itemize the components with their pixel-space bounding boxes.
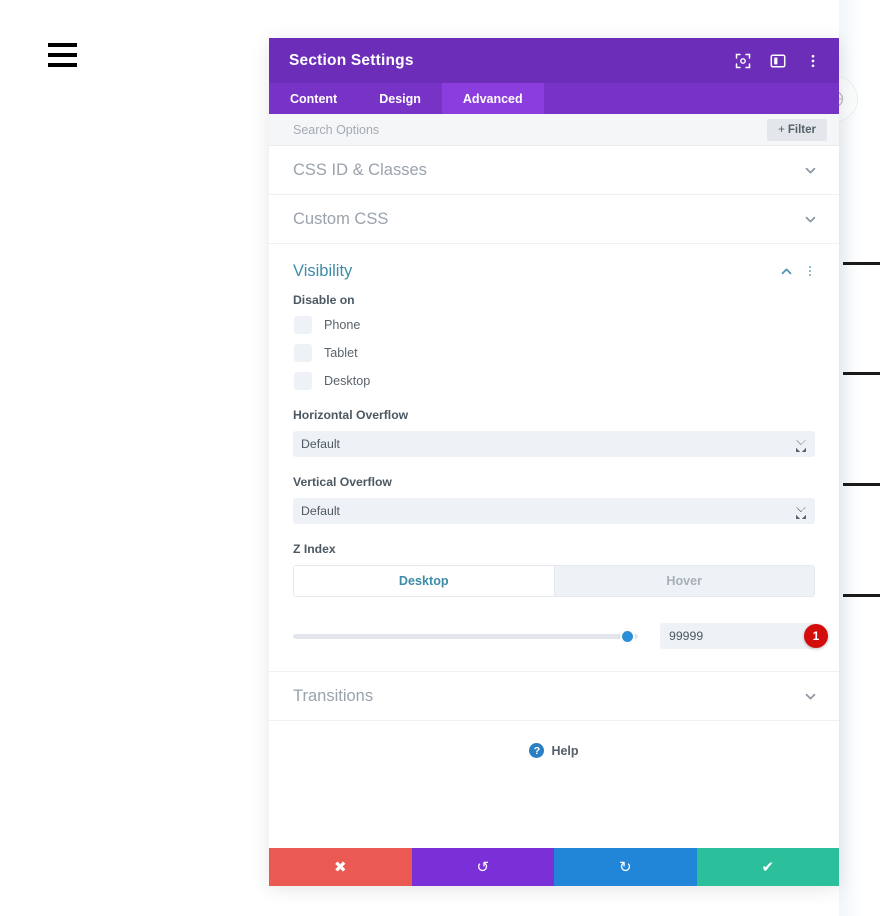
panel-layout-icon[interactable] — [769, 52, 787, 70]
section-settings-modal: Section Settings — [269, 38, 839, 886]
tab-content[interactable]: Content — [269, 83, 358, 114]
z-index-value-input[interactable] — [660, 623, 815, 649]
horizontal-overflow-select[interactable]: Default — [293, 431, 815, 457]
hamburger-menu-icon[interactable] — [48, 43, 77, 67]
section-title: CSS ID & Classes — [293, 161, 803, 180]
z-index-state-tabs: Desktop Hover — [293, 565, 815, 597]
search-bar: +Filter — [269, 114, 839, 146]
checkbox-label: Tablet — [324, 346, 358, 360]
hamburger-bar — [48, 53, 77, 57]
horizontal-overflow-label: Horizontal Overflow — [293, 408, 815, 422]
help-link[interactable]: ? Help — [269, 721, 839, 758]
z-index-group: Z Index Desktop Hover 1 — [293, 542, 815, 649]
checkbox-box[interactable] — [294, 316, 312, 334]
z-index-label: Z Index — [293, 542, 815, 556]
modal-footer: ✖ ↺ ↻ ✔ — [269, 848, 839, 886]
section-options-icon[interactable] — [803, 264, 817, 278]
chevron-down-icon — [803, 163, 817, 177]
background-rule — [843, 594, 880, 597]
modal-tabs: Content Design Advanced — [269, 83, 839, 114]
tab-design[interactable]: Design — [358, 83, 442, 114]
hamburger-bar — [48, 43, 77, 47]
more-options-icon[interactable] — [804, 52, 822, 70]
checkbox-box[interactable] — [294, 372, 312, 390]
dot — [809, 270, 811, 272]
section-custom-css[interactable]: Custom CSS — [269, 195, 839, 244]
checkbox-label: Phone — [324, 318, 360, 332]
section-css-id-classes[interactable]: CSS ID & Classes — [269, 146, 839, 195]
help-label: Help — [551, 744, 578, 758]
vertical-overflow-label: Vertical Overflow — [293, 475, 815, 489]
chevron-up-icon[interactable] — [779, 264, 793, 278]
question-mark-icon: ? — [529, 743, 544, 758]
slider-track — [293, 634, 638, 639]
tab-advanced[interactable]: Advanced — [442, 83, 544, 114]
page-root: Section Settings — [0, 0, 880, 916]
section-title: Visibility — [293, 262, 779, 281]
chevron-down-icon — [803, 689, 817, 703]
checkbox-phone[interactable]: Phone — [293, 316, 815, 334]
background-right-band — [839, 0, 880, 916]
modal-body: CSS ID & Classes Custom CSS Visibility — [269, 146, 839, 848]
vertical-overflow-select[interactable]: Default — [293, 498, 815, 524]
z-index-slider[interactable] — [293, 627, 638, 645]
modal-header: Section Settings — [269, 38, 839, 83]
filter-button-label: Filter — [788, 124, 816, 136]
chevron-down-icon — [803, 212, 817, 226]
dot — [809, 266, 811, 268]
dot — [809, 274, 811, 276]
visibility-panel: Disable on Phone Tablet Desktop Horizont… — [269, 293, 839, 672]
redo-button[interactable]: ↻ — [554, 848, 697, 886]
cancel-button[interactable]: ✖ — [269, 848, 412, 886]
vertical-overflow-group: Vertical Overflow Default — [293, 475, 815, 524]
section-title: Custom CSS — [293, 210, 803, 229]
checkbox-box[interactable] — [294, 344, 312, 362]
page-title: Section Settings — [289, 52, 734, 70]
hamburger-bar — [48, 63, 77, 67]
modal-header-icons — [734, 52, 822, 70]
status-badge: 1 — [804, 624, 828, 648]
section-transitions[interactable]: Transitions — [269, 672, 839, 721]
disable-on-label: Disable on — [293, 293, 815, 307]
search-input[interactable] — [293, 123, 767, 137]
z-index-tab-desktop[interactable]: Desktop — [294, 566, 554, 596]
slider-handle[interactable] — [620, 629, 635, 644]
section-visibility[interactable]: Visibility — [269, 244, 839, 293]
undo-button[interactable]: ↺ — [412, 848, 555, 886]
filter-button[interactable]: +Filter — [767, 119, 827, 141]
checkbox-desktop[interactable]: Desktop — [293, 372, 815, 390]
horizontal-overflow-group: Horizontal Overflow Default — [293, 408, 815, 457]
z-index-slider-row: 1 — [293, 623, 815, 649]
background-rule — [843, 483, 880, 486]
z-index-tab-hover[interactable]: Hover — [554, 566, 815, 596]
plus-icon: + — [778, 124, 785, 136]
checkbox-tablet[interactable]: Tablet — [293, 344, 815, 362]
background-rule — [843, 262, 880, 265]
checkbox-label: Desktop — [324, 374, 370, 388]
focus-target-icon[interactable] — [734, 52, 752, 70]
section-title: Transitions — [293, 687, 803, 706]
background-rule — [843, 372, 880, 375]
save-button[interactable]: ✔ — [697, 848, 840, 886]
